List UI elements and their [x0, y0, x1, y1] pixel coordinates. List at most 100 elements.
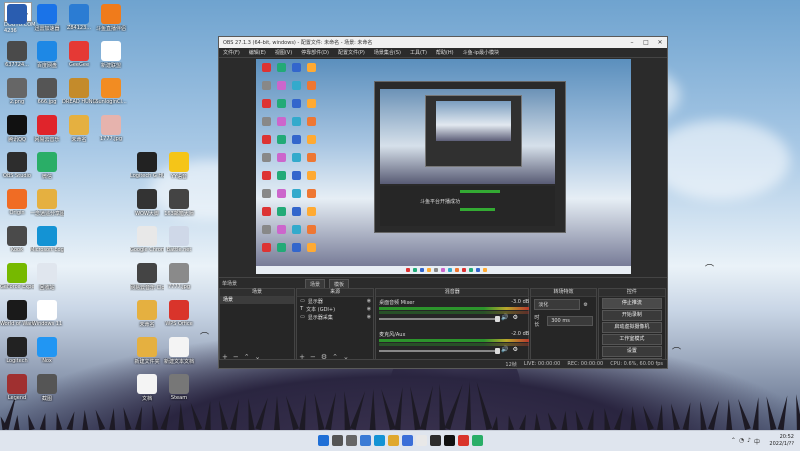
- desktop-icon[interactable]: Logitech G HUB: [130, 152, 164, 179]
- desktop-icon[interactable]: 腾讯QQ: [0, 115, 34, 143]
- desktop-icon[interactable]: OBS Studio: [0, 152, 34, 179]
- desktop-icon[interactable]: 666.jpg: [30, 78, 64, 105]
- store-icon[interactable]: [402, 435, 413, 446]
- desktop-icon[interactable]: Steam: [162, 374, 196, 401]
- desktop-icon[interactable]: 文档: [130, 374, 164, 402]
- gear-icon[interactable]: ⚙: [513, 346, 518, 353]
- desktop-icon[interactable]: 新建联盟: [94, 41, 128, 69]
- desktop-icon[interactable]: 163邮箱大师: [162, 189, 196, 217]
- desktop-icon[interactable]: 迅雷加速器: [30, 4, 64, 32]
- desktop-icon[interactable]: 斗鱼直播伴侣: [94, 4, 128, 32]
- grass-blade: [629, 405, 637, 430]
- desktop-icon[interactable]: 新建文本文档: [162, 337, 196, 365]
- minimize-icon[interactable]: –: [625, 39, 639, 46]
- source-item[interactable]: ▭ 显示器 ◉: [297, 297, 373, 305]
- source-item[interactable]: ▭ 显示器采集 ◉: [297, 313, 373, 321]
- wechat-icon[interactable]: [472, 435, 483, 446]
- desktop-icon[interactable]: WOW大脚: [130, 189, 164, 217]
- maximize-icon[interactable]: □: [639, 39, 653, 46]
- desktop-icon[interactable]: 一念逍遥分享图片.png: [30, 189, 64, 217]
- desktop-icon[interactable]: 2.png: [0, 78, 34, 105]
- qq-icon[interactable]: [444, 435, 455, 446]
- desktop-icon[interactable]: [0, 4, 34, 25]
- menu-douyu[interactable]: 斗鱼-ip最小模块: [463, 49, 499, 56]
- close-icon[interactable]: ✕: [653, 39, 667, 46]
- nested-docks: 斗鱼平台开播成功: [380, 186, 555, 226]
- volume-slider[interactable]: [379, 347, 501, 354]
- explorer-icon[interactable]: [388, 435, 399, 446]
- desktop-icon[interactable]: 微信: [30, 152, 64, 180]
- desktop-icon[interactable]: World of Warcraft: [0, 300, 34, 327]
- duration-input[interactable]: 300 ms: [547, 316, 593, 326]
- desktop-icon[interactable]: 7777.jpg: [162, 263, 196, 290]
- speaker-icon[interactable]: 🔊: [501, 346, 508, 353]
- desktop-icon[interactable]: SunloginCl...: [94, 78, 128, 105]
- desktop-icon[interactable]: Microsoft Edge: [30, 226, 64, 253]
- menu-help[interactable]: 帮助(H): [436, 49, 454, 56]
- speaker-icon[interactable]: ♪: [747, 437, 751, 446]
- desktop-icon[interactable]: Legend: [0, 374, 34, 401]
- settings-button[interactable]: 设置: [601, 346, 662, 357]
- menu-view[interactable]: 视图(V): [275, 49, 292, 56]
- visibility-eye-icon[interactable]: ◉: [367, 298, 371, 304]
- obs-icon[interactable]: [430, 435, 441, 446]
- visibility-eye-icon[interactable]: ◉: [367, 306, 371, 312]
- desktop-icon[interactable]: YY语音: [162, 152, 196, 180]
- desktop-icon[interactable]: 未命名: [130, 300, 164, 328]
- obs-window[interactable]: OBS 27.1.3 (64-bit, windows) - 配置文件: 未命名…: [218, 36, 668, 369]
- desktop-icon[interactable]: Origin: [0, 189, 34, 216]
- mode-select[interactable]: 单场景: [222, 280, 237, 287]
- desktop-icon[interactable]: Windows 11: [30, 300, 64, 327]
- desktop-icon[interactable]: 未命名: [62, 115, 96, 143]
- menu-scene-collection[interactable]: 场景集合(S): [374, 49, 401, 56]
- chrome-icon[interactable]: [416, 435, 427, 446]
- desktop-icon[interactable]: Google Chrome: [130, 226, 164, 253]
- network-icon[interactable]: ◔: [739, 437, 744, 446]
- desktop-icon[interactable]: Nox: [30, 337, 64, 364]
- speaker-icon[interactable]: 🔊: [501, 314, 508, 321]
- windows-start-icon[interactable]: [318, 435, 329, 446]
- transition-type-select[interactable]: 淡化: [534, 299, 581, 310]
- desktop-icon[interactable]: GeForce Experience: [0, 263, 34, 290]
- search-icon[interactable]: [332, 435, 343, 446]
- ime-icon[interactable]: 中: [754, 437, 760, 446]
- menu-profile[interactable]: 配置文件(P): [338, 49, 365, 56]
- obs-titlebar[interactable]: OBS 27.1.3 (64-bit, windows) - 配置文件: 未命名…: [219, 37, 667, 48]
- start-recording-button[interactable]: 开始录制: [601, 310, 662, 321]
- clock[interactable]: 20:52 2022/1/??: [769, 434, 794, 448]
- desktop-icon[interactable]: WPS Office: [162, 300, 196, 327]
- scene-item[interactable]: 场景: [220, 297, 295, 304]
- desktop-icon[interactable]: Logitech: [0, 337, 34, 364]
- wps-icon[interactable]: [458, 435, 469, 446]
- desktop-icon[interactable]: 百度网盘: [30, 41, 64, 69]
- desktop-icon[interactable]: 网易云音乐 Cloud: [130, 263, 164, 291]
- stop-streaming-button[interactable]: 停止推流: [601, 298, 662, 309]
- volume-slider[interactable]: [379, 315, 501, 322]
- studio-mode-button[interactable]: 工作室模式: [601, 334, 662, 345]
- desktop-icon[interactable]: 截图: [30, 374, 64, 402]
- source-item[interactable]: T 文本 (GDI+) ◉: [297, 305, 373, 313]
- widgets-icon[interactable]: [360, 435, 371, 446]
- virtual-camera-button[interactable]: 启动虚拟摄像机: [601, 322, 662, 333]
- task-view-icon[interactable]: [346, 435, 357, 446]
- desktop-icon[interactable]: Kook: [0, 226, 34, 253]
- gear-icon[interactable]: ⚙: [583, 302, 587, 308]
- menu-edit[interactable]: 编辑(E): [249, 49, 266, 56]
- menu-tools[interactable]: 工具(T): [410, 49, 427, 56]
- chevron-up-icon[interactable]: ⌃: [731, 437, 736, 446]
- menu-file[interactable]: 文件(F): [223, 49, 240, 56]
- desktop-icon[interactable]: DREAD HUNGER: [62, 78, 96, 105]
- visibility-eye-icon[interactable]: ◉: [367, 314, 371, 320]
- desktop-icon[interactable]: 回收站: [30, 263, 64, 291]
- desktop-icon[interactable]: GeeGee: [62, 41, 96, 68]
- desktop-icon[interactable]: Z84123...: [62, 4, 96, 31]
- edge-icon[interactable]: [374, 435, 385, 446]
- desktop-icon[interactable]: 网易云音乐: [30, 115, 64, 143]
- desktop-icon[interactable]: 1777.jpg: [94, 115, 128, 142]
- menu-docks[interactable]: 停靠部件(D): [301, 49, 329, 56]
- gear-icon[interactable]: ⚙: [513, 314, 518, 321]
- desktop-icon[interactable]: Battle.net: [162, 226, 196, 253]
- desktop-icon[interactable]: 新建文件夹: [130, 337, 164, 365]
- obs-preview[interactable]: 斗鱼平台开播成功: [256, 59, 631, 274]
- desktop-icon[interactable]: 637724...: [0, 41, 34, 68]
